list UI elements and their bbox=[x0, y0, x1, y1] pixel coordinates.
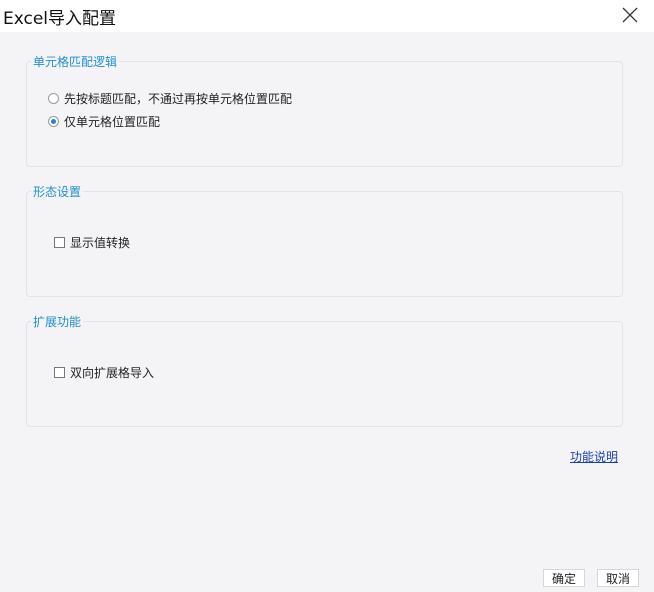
group-extension-legend: 扩展功能 bbox=[31, 313, 84, 330]
radio-title-then-position[interactable]: 先按标题匹配，不通过再按单元格位置匹配 bbox=[48, 90, 292, 106]
checkbox-label: 双向扩展格导入 bbox=[70, 365, 155, 380]
radio-position-only[interactable]: 仅单元格位置匹配 bbox=[48, 113, 160, 129]
radio-label: 仅单元格位置匹配 bbox=[64, 114, 161, 129]
group-extension: 扩展功能 双向扩展格导入 bbox=[26, 313, 623, 427]
help-link[interactable]: 功能说明 bbox=[570, 448, 618, 465]
close-button[interactable] bbox=[612, 0, 648, 30]
group-form-settings: 形态设置 显示值转换 bbox=[26, 183, 623, 297]
dialog-title: Excel导入配置 bbox=[3, 9, 117, 29]
checkbox-display-value-convert[interactable]: 显示值转换 bbox=[54, 234, 130, 250]
close-icon bbox=[622, 7, 638, 23]
ok-button[interactable]: 确定 bbox=[543, 569, 585, 587]
checkbox[interactable] bbox=[54, 366, 65, 378]
group-cell-match: 单元格匹配逻辑 先按标题匹配，不通过再按单元格位置匹配 仅单元格位置匹配 bbox=[26, 53, 623, 167]
checkbox-label: 显示值转换 bbox=[70, 235, 131, 250]
radio-label: 先按标题匹配，不通过再按单元格位置匹配 bbox=[64, 91, 293, 106]
group-cell-match-legend: 单元格匹配逻辑 bbox=[31, 53, 120, 70]
cancel-button[interactable]: 取消 bbox=[597, 569, 639, 587]
checkbox[interactable] bbox=[54, 236, 65, 248]
group-form-settings-legend: 形态设置 bbox=[31, 183, 84, 200]
checkbox-bidirectional-import[interactable]: 双向扩展格导入 bbox=[54, 364, 154, 380]
radio-button-selected[interactable] bbox=[48, 115, 59, 127]
radio-button[interactable] bbox=[48, 92, 59, 104]
title-bar: Excel导入配置 bbox=[0, 0, 654, 32]
dialog-content: 单元格匹配逻辑 先按标题匹配，不通过再按单元格位置匹配 仅单元格位置匹配 形态设… bbox=[0, 32, 654, 592]
